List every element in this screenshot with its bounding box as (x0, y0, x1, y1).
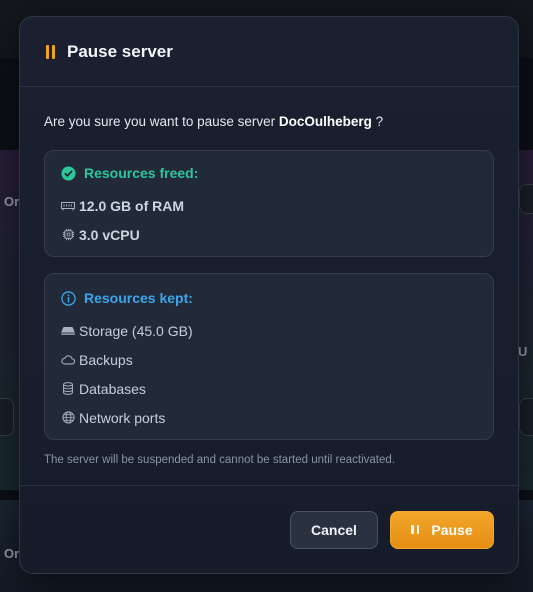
cpu-icon (61, 228, 75, 241)
pause-icon (46, 44, 55, 59)
item-label: 3.0 vCPU (79, 226, 140, 243)
pause-server-dialog: Pause server Are you sure you want to pa… (19, 16, 519, 574)
cancel-button[interactable]: Cancel (290, 510, 378, 549)
storage-icon (61, 326, 75, 336)
item-label: 12.0 GB of RAM (79, 197, 185, 214)
heading-label: Resources freed: (84, 165, 199, 181)
backdrop-text: Or (4, 546, 20, 561)
backdrop-text: Or (4, 194, 20, 209)
question-text: Are you sure you want to pause server (44, 114, 279, 129)
resources-kept-panel: Resources kept: Storage (45.0 GB) Backup… (44, 273, 494, 440)
question-suffix: ? (371, 114, 384, 129)
resources-freed-panel: Resources freed: 12.0 GB of RAM 3.0 vCPU (44, 150, 494, 257)
dialog-footer: Cancel Pause (20, 485, 518, 573)
pause-button-label: Pause (431, 521, 473, 538)
freed-item-ram: 12.0 GB of RAM (61, 191, 477, 220)
resources-kept-heading: Resources kept: (61, 290, 477, 306)
kept-item-network-ports: Network ports (61, 403, 477, 432)
item-label: Backups (79, 351, 133, 368)
resources-freed-heading: Resources freed: (61, 165, 477, 181)
cloud-icon (61, 354, 75, 365)
item-label: Databases (79, 380, 146, 397)
info-icon (61, 290, 76, 306)
dialog-title: Pause server (67, 41, 173, 61)
backdrop-chip (519, 184, 533, 214)
check-circle-icon (61, 165, 76, 181)
kept-item-databases: Databases (61, 374, 477, 403)
kept-item-storage: Storage (45.0 GB) (61, 316, 477, 345)
backdrop-button (519, 398, 533, 436)
backdrop-button (0, 398, 14, 436)
freed-item-cpu: 3.0 vCPU (61, 220, 477, 249)
server-name: DocOulheberg (278, 114, 372, 129)
heading-label: Resources kept: (84, 290, 193, 306)
backdrop-text: U (518, 344, 528, 359)
ram-icon (61, 201, 75, 211)
item-label: Storage (45.0 GB) (79, 322, 193, 339)
database-icon (61, 382, 75, 395)
dialog-body: Are you sure you want to pause server Do… (20, 87, 518, 466)
globe-icon (61, 411, 75, 424)
item-label: Network ports (79, 409, 166, 426)
pause-icon (411, 525, 420, 534)
confirm-question: Are you sure you want to pause server Do… (44, 113, 494, 131)
suspend-note: The server will be suspended and cannot … (44, 454, 395, 466)
kept-item-backups: Backups (61, 345, 477, 374)
dialog-header: Pause server (20, 17, 518, 87)
pause-button[interactable]: Pause (390, 510, 494, 549)
